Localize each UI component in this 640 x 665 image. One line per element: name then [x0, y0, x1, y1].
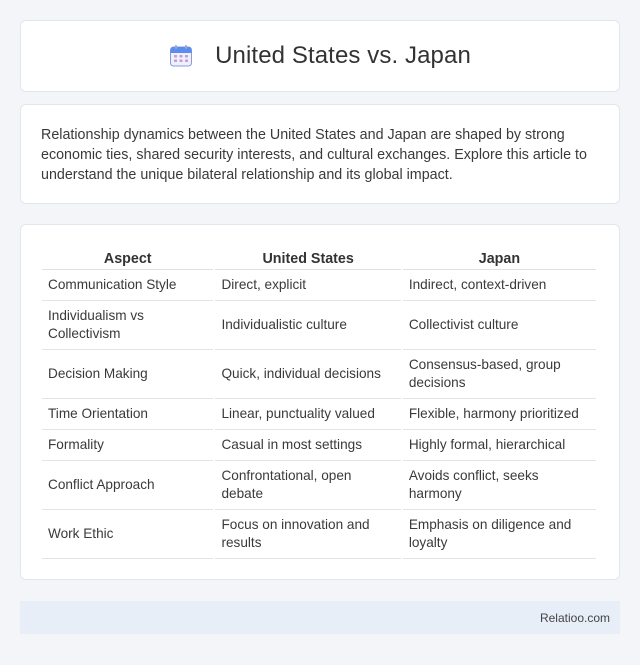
calendar-icon [169, 44, 193, 68]
japan-cell: Highly formal, hierarchical [402, 430, 596, 461]
table-row: Formality Casual in most settings Highly… [42, 430, 596, 461]
footer: Relatioo.com [20, 601, 620, 634]
united-states-cell: Focus on innovation and results [215, 510, 401, 559]
page-title: United States vs. Japan [215, 42, 471, 69]
aspect-cell: Formality [42, 430, 214, 461]
table-row: Work Ethic Focus on innovation and resul… [42, 510, 596, 559]
table-row: Decision Making Quick, individual decisi… [42, 350, 596, 399]
aspect-cell: Decision Making [42, 350, 214, 399]
japan-cell: Avoids conflict, seeks harmony [402, 461, 596, 510]
comparison-table: Aspect United States Japan Communication… [40, 245, 598, 559]
column-header-aspect: Aspect [42, 245, 214, 270]
aspect-cell: Work Ethic [42, 510, 214, 559]
column-header-japan: Japan [402, 245, 596, 270]
aspect-cell: Communication Style [42, 270, 214, 301]
column-header-united-states: United States [215, 245, 401, 270]
japan-cell: Flexible, harmony prioritized [402, 399, 596, 430]
table-row: Time Orientation Linear, punctuality val… [42, 399, 596, 430]
japan-cell: Emphasis on diligence and loyalty [402, 510, 596, 559]
comparison-card: Aspect United States Japan Communication… [20, 224, 620, 580]
united-states-cell: Direct, explicit [215, 270, 401, 301]
united-states-cell: Confrontational, open debate [215, 461, 401, 510]
table-header-row: Aspect United States Japan [42, 245, 596, 270]
intro-paragraph: Relationship dynamics between the United… [41, 127, 587, 183]
aspect-cell: Individualism vs Collectivism [42, 301, 214, 350]
united-states-cell: Linear, punctuality valued [215, 399, 401, 430]
table-row: Individualism vs Collectivism Individual… [42, 301, 596, 350]
japan-cell: Collectivist culture [402, 301, 596, 350]
title-wrap: United States vs. Japan [169, 42, 471, 70]
united-states-cell: Casual in most settings [215, 430, 401, 461]
united-states-cell: Individualistic culture [215, 301, 401, 350]
intro-card: Relationship dynamics between the United… [20, 104, 620, 204]
header-card: United States vs. Japan [20, 20, 620, 92]
aspect-cell: Conflict Approach [42, 461, 214, 510]
japan-cell: Indirect, context-driven [402, 270, 596, 301]
united-states-cell: Quick, individual decisions [215, 350, 401, 399]
footer-brand: Relatioo.com [539, 610, 610, 625]
aspect-cell: Time Orientation [42, 399, 214, 430]
table-row: Communication Style Direct, explicit Ind… [42, 270, 596, 301]
japan-cell: Consensus-based, group decisions [402, 350, 596, 399]
table-row: Conflict Approach Confrontational, open … [42, 461, 596, 510]
